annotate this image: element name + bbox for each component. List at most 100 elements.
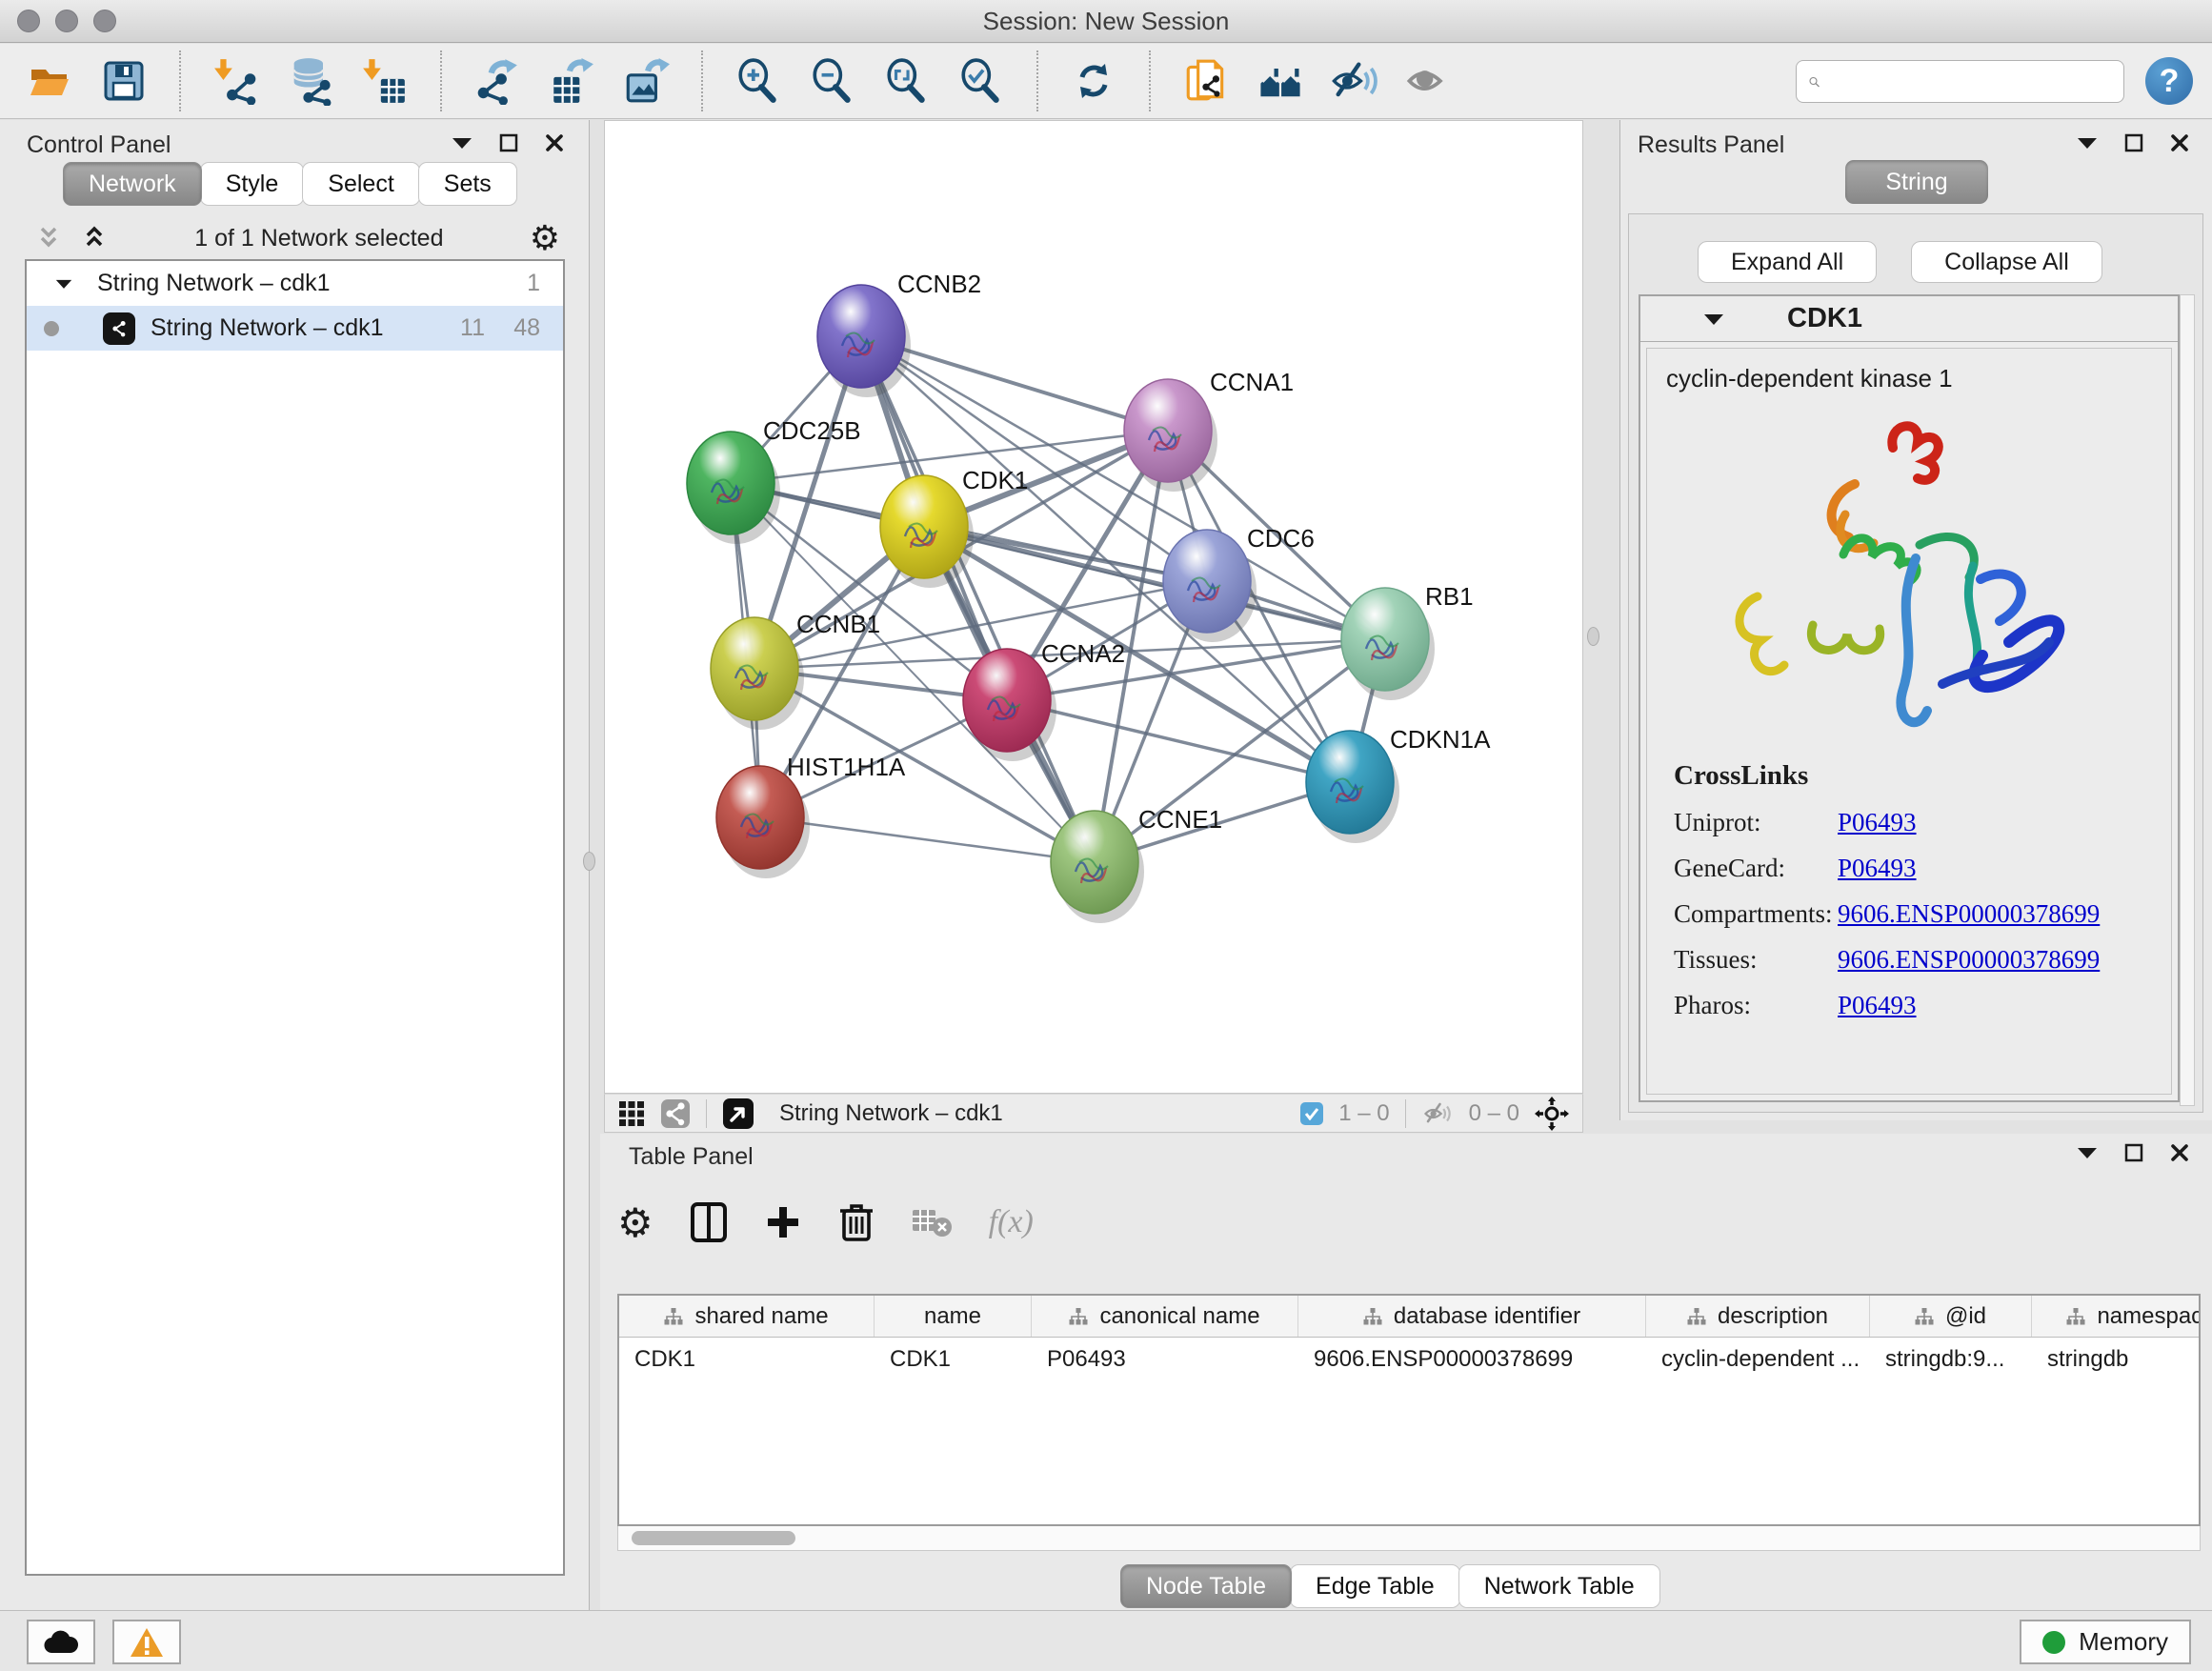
- crosslink-link[interactable]: 9606.ENSP00000378699: [1838, 945, 2100, 975]
- network-view-icon[interactable]: [660, 1098, 691, 1129]
- function-builder-icon[interactable]: f(x): [989, 1204, 1034, 1240]
- table-horizontal-scrollbar[interactable]: [617, 1526, 2201, 1551]
- collapse-all-button[interactable]: Collapse All: [1911, 241, 2102, 283]
- network-node-CDC25B[interactable]: [687, 432, 774, 534]
- float-panel-icon[interactable]: [499, 133, 518, 152]
- crosslink-link[interactable]: 9606.ENSP00000378699: [1838, 899, 2100, 929]
- tab-select[interactable]: Select: [302, 162, 419, 206]
- pan-crosshair-icon[interactable]: [1535, 1097, 1569, 1131]
- hide-selected-button[interactable]: [1330, 56, 1379, 106]
- open-session-button[interactable]: [25, 56, 74, 106]
- network-edge-CCNB2-CCNE1[interactable]: [861, 336, 1095, 862]
- tab-string[interactable]: String: [1845, 160, 1988, 204]
- search-input[interactable]: [1828, 63, 2123, 101]
- tab-style[interactable]: Style: [200, 162, 305, 206]
- table-settings-gear-icon[interactable]: ⚙: [617, 1199, 654, 1246]
- float-panel-icon[interactable]: [2124, 1143, 2143, 1162]
- import-network-database-button[interactable]: [286, 56, 335, 106]
- panel-menu-icon[interactable]: [2077, 1146, 2098, 1159]
- export-image-button[interactable]: [621, 56, 671, 106]
- show-columns-icon[interactable]: [690, 1201, 728, 1243]
- network-node-CDKN1A[interactable]: [1306, 731, 1394, 834]
- apply-layout-button[interactable]: [1069, 56, 1118, 106]
- vertical-splitter-handle[interactable]: [1587, 627, 1599, 646]
- close-panel-icon[interactable]: [545, 133, 564, 152]
- panel-menu-icon[interactable]: [452, 136, 473, 150]
- table-cell[interactable]: stringdb: [2032, 1338, 2201, 1381]
- expand-tree-icon[interactable]: [34, 224, 63, 252]
- network-options-gear-icon[interactable]: ⚙: [530, 224, 560, 252]
- tab-network-table[interactable]: Network Table: [1458, 1564, 1660, 1608]
- crosslink-link[interactable]: P06493: [1838, 991, 1917, 1020]
- create-column-plus-icon[interactable]: [764, 1203, 802, 1241]
- column-header-database-identifier[interactable]: database identifier: [1298, 1296, 1646, 1337]
- table-cell[interactable]: 9606.ENSP00000378699: [1298, 1338, 1646, 1381]
- column-header-@id[interactable]: @id: [1870, 1296, 2032, 1337]
- network-node-CCNB2[interactable]: [817, 285, 905, 388]
- hidden-eye-icon[interactable]: [1421, 1099, 1454, 1128]
- column-header-name[interactable]: name: [875, 1296, 1032, 1337]
- table-cell[interactable]: P06493: [1032, 1338, 1298, 1381]
- table-cell[interactable]: CDK1: [619, 1338, 875, 1381]
- table-cell[interactable]: CDK1: [875, 1338, 1032, 1381]
- float-panel-icon[interactable]: [2124, 133, 2143, 152]
- network-node-CCNE1[interactable]: [1051, 811, 1138, 914]
- import-network-file-button[interactable]: [211, 56, 261, 106]
- network-node-CCNA1[interactable]: [1124, 379, 1212, 482]
- gene-section-header[interactable]: CDK1: [1640, 296, 2178, 342]
- show-all-button[interactable]: [1404, 56, 1454, 106]
- scrollbar-thumb[interactable]: [632, 1531, 795, 1545]
- first-neighbors-button[interactable]: [1256, 56, 1305, 106]
- birdseye-view-icon[interactable]: [722, 1097, 754, 1130]
- tab-edge-table[interactable]: Edge Table: [1290, 1564, 1460, 1608]
- crosslink-link[interactable]: P06493: [1838, 854, 1917, 883]
- table-cell[interactable]: cyclin-dependent ...: [1646, 1338, 1870, 1381]
- grid-view-icon[interactable]: [618, 1100, 645, 1127]
- tab-sets[interactable]: Sets: [418, 162, 517, 206]
- delete-column-trash-icon[interactable]: [838, 1201, 875, 1243]
- help-button[interactable]: ?: [2145, 57, 2193, 105]
- panel-menu-icon[interactable]: [2077, 136, 2098, 150]
- column-header-description[interactable]: description: [1646, 1296, 1870, 1337]
- collapse-tree-icon[interactable]: [80, 224, 109, 252]
- delete-table-icon[interactable]: [911, 1206, 953, 1238]
- table-row[interactable]: CDK1CDK1P064939606.ENSP00000378699cyclin…: [619, 1338, 2199, 1381]
- export-table-button[interactable]: [547, 56, 596, 106]
- warnings-button[interactable]: [112, 1620, 181, 1664]
- network-node-HIST1H1A[interactable]: [716, 766, 804, 869]
- clone-network-button[interactable]: [1181, 56, 1231, 106]
- column-header-canonical-name[interactable]: canonical name: [1032, 1296, 1298, 1337]
- close-panel-icon[interactable]: [2170, 133, 2189, 152]
- column-header-shared-name[interactable]: shared name: [619, 1296, 875, 1337]
- column-header-namespace[interactable]: namespace: [2032, 1296, 2201, 1337]
- tab-node-table[interactable]: Node Table: [1120, 1564, 1292, 1608]
- zoom-in-button[interactable]: [734, 56, 783, 106]
- network-row[interactable]: String Network – cdk11148: [27, 306, 563, 351]
- zoom-fit-button[interactable]: [882, 56, 932, 106]
- network-node-CDC6[interactable]: [1163, 530, 1251, 633]
- network-node-CCNB1[interactable]: [711, 617, 798, 720]
- network-edge-HIST1H1A-CCNE1[interactable]: [760, 817, 1095, 862]
- network-edge-CCNA2-CDKN1A[interactable]: [1007, 700, 1350, 782]
- network-node-CCNA2[interactable]: [963, 649, 1051, 752]
- export-network-button[interactable]: [473, 56, 522, 106]
- import-table-file-button[interactable]: [360, 56, 410, 106]
- network-canvas[interactable]: CCNB2CCNA1CDC25BCDK1CDC6RB1CCNB1CCNA2CDK…: [604, 120, 1583, 1094]
- tab-network[interactable]: Network: [63, 162, 202, 206]
- memory-button[interactable]: Memory: [2020, 1620, 2191, 1664]
- network-node-CDK1[interactable]: [880, 475, 968, 578]
- close-panel-icon[interactable]: [2170, 1143, 2189, 1162]
- selected-indicator-checkbox[interactable]: [1300, 1102, 1323, 1125]
- save-session-button[interactable]: [99, 56, 149, 106]
- expand-all-button[interactable]: Expand All: [1698, 241, 1877, 283]
- vertical-splitter-handle[interactable]: [583, 852, 595, 871]
- zoom-out-button[interactable]: [808, 56, 857, 106]
- crosslink-link[interactable]: P06493: [1838, 808, 1917, 837]
- network-collection-row[interactable]: String Network – cdk11: [27, 261, 563, 306]
- table-cell[interactable]: stringdb:9...: [1870, 1338, 2032, 1381]
- expander-triangle-icon[interactable]: [55, 278, 72, 290]
- cloud-status-button[interactable]: [27, 1620, 95, 1664]
- collapse-section-icon[interactable]: [1703, 312, 1724, 326]
- results-vertical-scrollbar[interactable]: [2180, 294, 2195, 1106]
- zoom-selected-button[interactable]: [956, 56, 1006, 106]
